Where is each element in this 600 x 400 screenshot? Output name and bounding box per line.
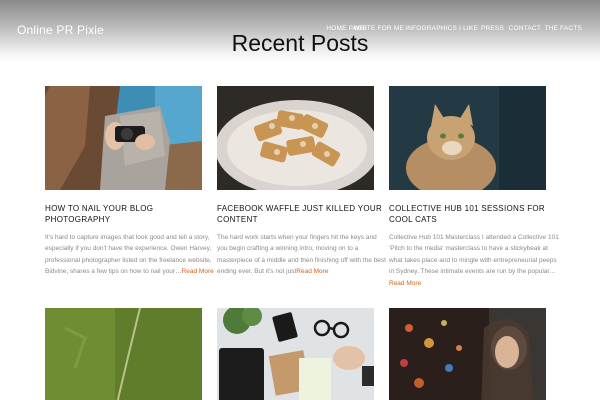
page-title: Recent Posts [231, 30, 369, 56]
post-image-desk[interactable] [217, 308, 374, 400]
post-title[interactable]: FACEBOOK WAFFLE JUST KILLED YOUR CONTENT [217, 203, 387, 225]
photographer-holding-camera-image [45, 86, 202, 190]
fluffy-cat-image [389, 86, 546, 190]
post-excerpt-text: Collective Hub 101 Masterclass I attende… [389, 234, 559, 276]
post-image-city[interactable] [389, 308, 546, 400]
post-excerpt: Collective Hub 101 Masterclass I attende… [389, 232, 559, 289]
post-excerpt: It's hard to capture images that look go… [45, 232, 215, 278]
read-more-link[interactable]: Read More [389, 280, 421, 287]
read-more-link[interactable]: Read More [296, 268, 328, 275]
post-excerpt: The hard work starts when your fingers h… [217, 232, 387, 278]
desk-with-notebook-and-glasses-image [217, 308, 374, 400]
post-image-field[interactable] [45, 308, 202, 400]
post-image-photographer[interactable] [45, 86, 202, 190]
aerial-green-field-image [45, 308, 202, 400]
post-image-cat[interactable] [389, 86, 546, 190]
woman-with-city-lights-image [389, 308, 546, 400]
waffles-with-powdered-sugar-image [217, 86, 374, 190]
post-image-waffles[interactable] [217, 86, 374, 190]
post-title[interactable]: COLLECTIVE HUB 101 SESSIONS FOR COOL CAT… [389, 203, 559, 225]
post-title[interactable]: HOW TO NAIL YOUR BLOG PHOTOGRAPHY [45, 203, 215, 225]
read-more-link[interactable]: Read More [182, 268, 214, 275]
